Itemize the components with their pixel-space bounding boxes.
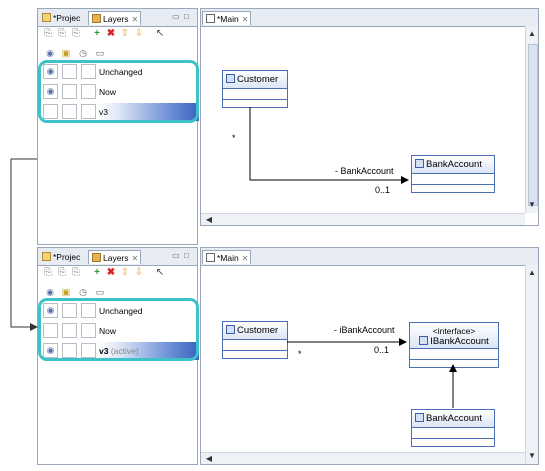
add-icon[interactable]: + [91,267,103,279]
move-up-icon[interactable]: ⇧ [119,267,131,279]
ibankaccount-interface[interactable]: <interface> IBankAccount [409,322,499,368]
class-icon [226,325,235,334]
close-icon[interactable]: ✕ [132,254,139,263]
lock-icon: ▣ [61,287,71,297]
association-role-label: - BankAccount [335,166,394,176]
delete-icon[interactable]: ✖ [105,28,117,40]
scroll-thumb[interactable] [528,44,538,206]
minimize-icon[interactable]: ▭ [172,251,180,260]
horizontal-scrollbar[interactable]: ◀ [201,452,525,464]
interface-stereotype: <interface> [432,326,476,336]
layers-column-header-top: ◉ ▣ ◷ ▭ [40,47,195,59]
select-icon[interactable]: ↖ [154,28,166,40]
layers-panel-top: *Projec Layers ✕ ▭ □ ⎘ ⎘ ⎘ + ✖ ⇧ ⇩ ↖ ◉ ▣ … [37,8,199,245]
paste-layer-icon[interactable]: ⎘ [70,28,82,40]
project-icon [42,252,51,261]
tab-main-bottom[interactable]: *Main ✕ [202,250,252,264]
bankaccount-class[interactable]: BankAccount [411,155,495,193]
tab-layers-bottom[interactable]: Layers ✕ [88,250,142,264]
clock-icon: ◷ [79,48,87,58]
class-compartment-divider [223,99,287,100]
move-down-icon[interactable]: ⇩ [133,267,145,279]
class-name: Customer [223,71,287,89]
folder-icon: ▭ [95,48,105,58]
class-name: Customer [223,322,287,340]
lock-icon: ▣ [61,48,71,58]
customer-class[interactable]: Customer [222,321,288,359]
layer-rows-highlight-bottom [38,298,199,361]
tab-project-top[interactable]: *Projec [39,11,82,25]
tab-main-top[interactable]: *Main ✕ [202,11,252,25]
layer-link-line [10,158,38,331]
vertical-scrollbar[interactable]: ▲ ▼ [525,265,538,464]
scroll-down-icon[interactable]: ▼ [526,450,538,462]
delete-icon[interactable]: ✖ [105,267,117,279]
editor-panel-top: *Main ✕ ▲ ▼ ◀ Customer BankAccount - Bank… [200,8,539,226]
close-icon[interactable]: ✕ [132,15,139,24]
copy-layer-icon[interactable]: ⎘ [56,28,68,40]
class-compartment-divider [412,184,494,185]
editor-panel-bottom: *Main ✕ ▲ ▼ ◀ Customer <interface> IBankA… [200,247,539,465]
vertical-scrollbar[interactable]: ▲ ▼ [525,26,538,213]
layers-tabbar-top: *Projec Layers ✕ ▭ □ [38,9,197,27]
close-icon[interactable]: ✕ [242,15,249,24]
diagram-file-icon [206,253,215,262]
add-icon[interactable]: + [91,28,103,40]
eye-icon: ◉ [46,48,54,58]
layers-icon [92,14,101,23]
scroll-left-icon[interactable]: ◀ [203,453,215,465]
eye-icon: ◉ [46,287,54,297]
class-compartment-divider [410,359,498,360]
folder-icon: ▭ [95,287,105,297]
class-compartment-divider [223,350,287,351]
tab-project-bottom[interactable]: *Projec [39,250,82,264]
layers-tabbar-bottom: *Projec Layers ✕ ▭ □ [38,248,197,266]
layer-rows-highlight-top [38,60,199,123]
move-down-icon[interactable]: ⇩ [133,28,145,40]
source-multiplicity: * [232,133,236,143]
interface-icon [419,336,429,345]
layers-column-header-bottom: ◉ ▣ ◷ ▭ [40,286,195,298]
tab-layers-top[interactable]: Layers ✕ [88,11,142,25]
clock-icon: ◷ [79,287,87,297]
scroll-down-icon[interactable]: ▼ [526,199,538,211]
target-multiplicity: 0..1 [374,345,390,355]
close-icon[interactable]: ✕ [242,254,249,263]
move-up-icon[interactable]: ⇧ [119,28,131,40]
class-compartment-divider [412,438,494,439]
layers-icon [92,253,101,262]
scroll-up-icon[interactable]: ▲ [526,28,538,40]
copy-layer-icon[interactable]: ⎘ [56,267,68,279]
class-name: BankAccount [412,156,494,174]
association-role-label: - iBankAccount [334,325,395,335]
horizontal-scrollbar[interactable]: ◀ [201,213,525,225]
maximize-icon[interactable]: □ [184,251,189,260]
class-icon [415,159,424,168]
class-icon [415,413,424,422]
new-layer-icon[interactable]: ⎘ [42,28,54,40]
editor-tabbar-bottom: *Main ✕ [201,248,538,266]
class-name: BankAccount [412,410,494,428]
select-icon[interactable]: ↖ [154,267,166,279]
maximize-icon[interactable]: □ [184,12,189,21]
source-multiplicity: * [298,349,302,359]
diagram-file-icon [206,14,215,23]
customer-class[interactable]: Customer [222,70,288,108]
minimize-icon[interactable]: ▭ [172,12,180,21]
bankaccount-class[interactable]: BankAccount [411,409,495,447]
class-icon [226,74,235,83]
scroll-up-icon[interactable]: ▲ [526,267,538,279]
target-multiplicity: 0..1 [375,185,391,195]
project-icon [42,13,51,22]
layers-toolbar-bottom: ⎘ ⎘ ⎘ + ✖ ⇧ ⇩ ↖ [38,267,197,283]
editor-tabbar-top: *Main ✕ [201,9,538,27]
interface-name: <interface> IBankAccount [410,323,498,349]
scroll-left-icon[interactable]: ◀ [203,214,215,226]
paste-layer-icon[interactable]: ⎘ [70,267,82,279]
layers-toolbar-top: ⎘ ⎘ ⎘ + ✖ ⇧ ⇩ ↖ [38,28,197,44]
new-layer-icon[interactable]: ⎘ [42,267,54,279]
